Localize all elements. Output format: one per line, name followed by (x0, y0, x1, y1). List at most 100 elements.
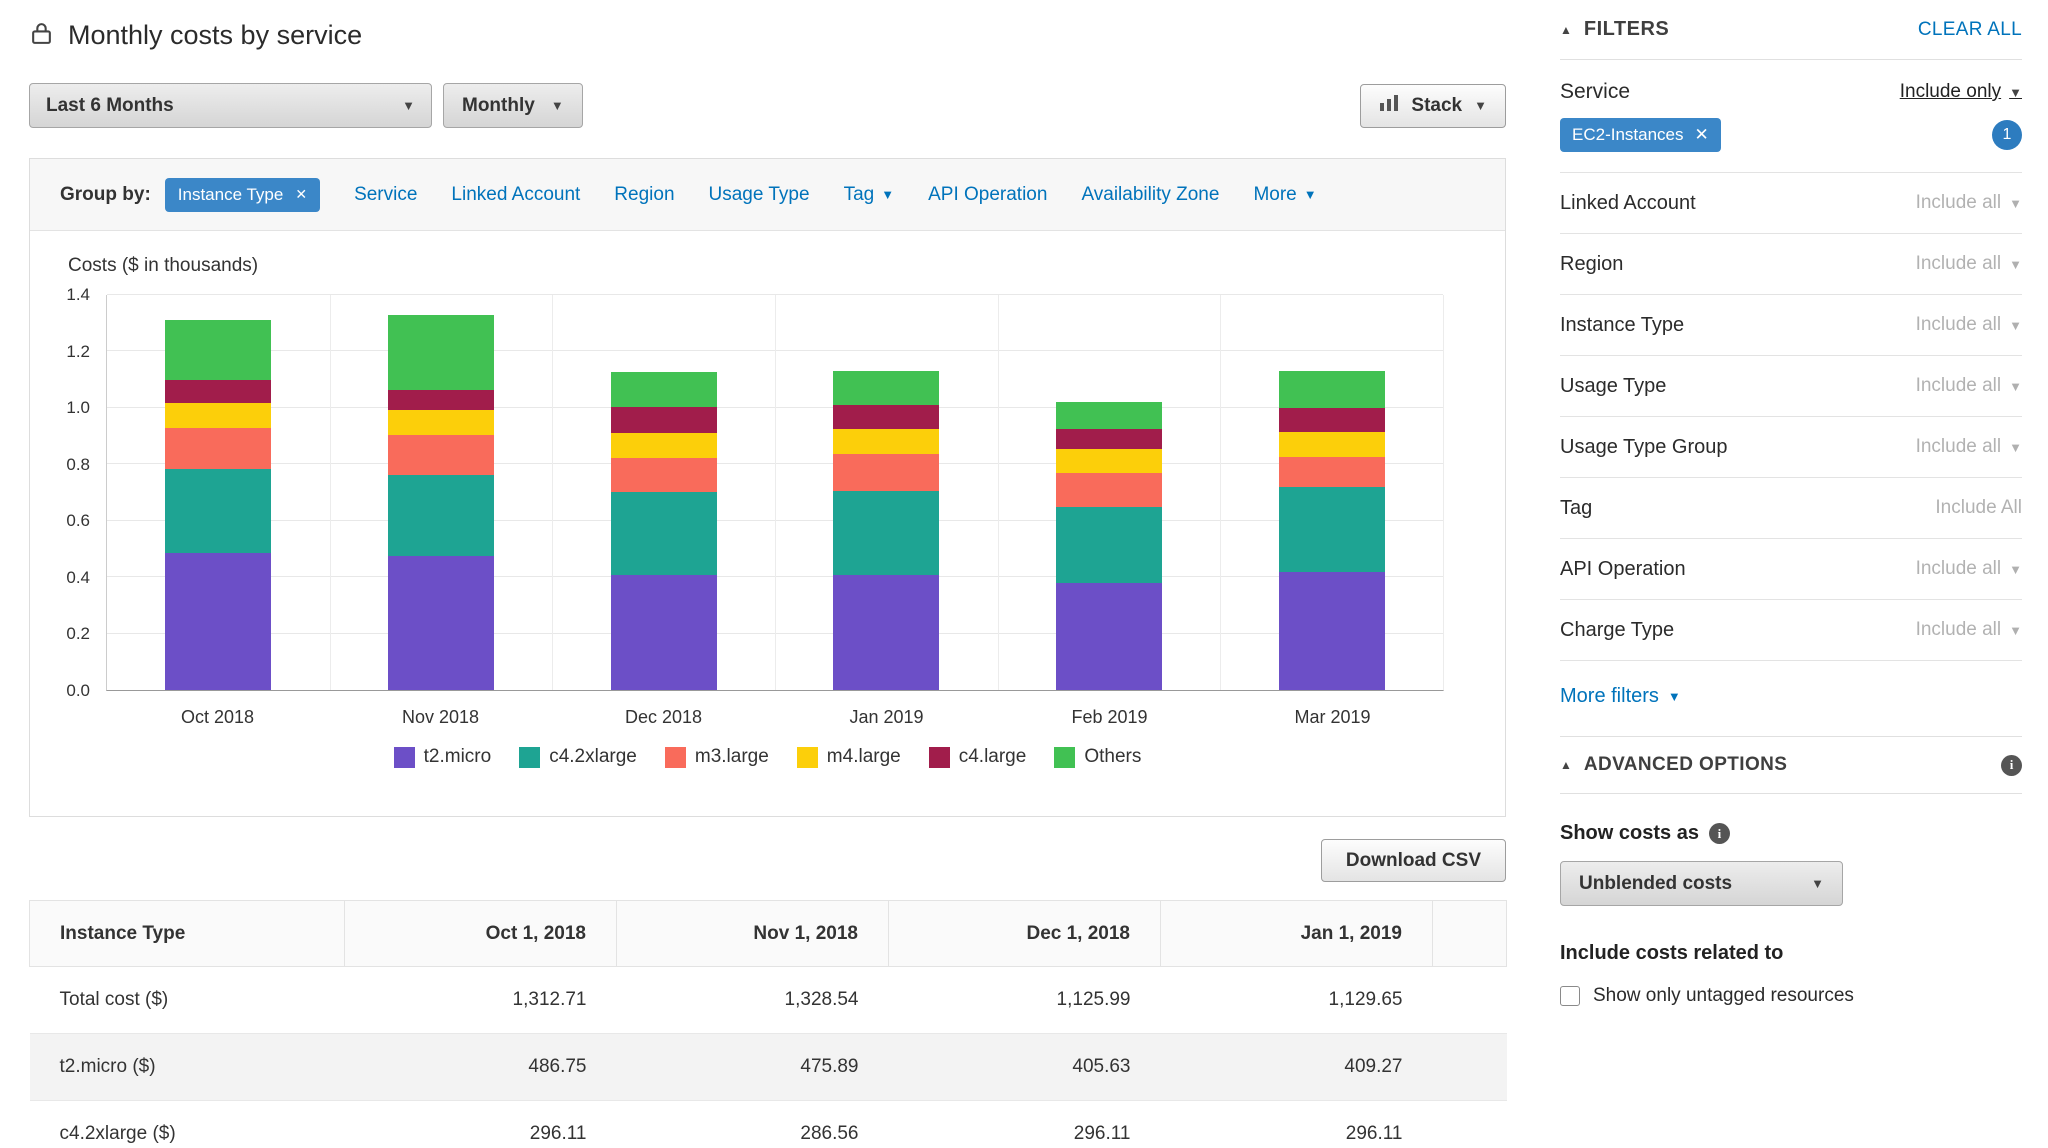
bar-segment-m4.large[interactable] (387, 409, 494, 436)
filter-row-instance-type[interactable]: Instance Type Include all ▼ (1560, 295, 2022, 356)
y-tick-label: 1.4 (66, 285, 90, 304)
collapse-arrow-icon[interactable]: ▲ (1560, 23, 1572, 37)
collapse-arrow-icon[interactable]: ▲ (1560, 758, 1572, 772)
bar-segment-m4.large[interactable] (833, 429, 940, 455)
bar-segment-m4.large[interactable] (1055, 448, 1162, 473)
bar-segment-Others[interactable] (165, 319, 272, 381)
bar-segment-c4.large[interactable] (1055, 429, 1162, 449)
filter-value-dropdown[interactable]: Include all ▼ (1916, 192, 2022, 214)
bar-segment-t2.micro[interactable] (387, 555, 494, 690)
group-by-link-region[interactable]: Region (614, 184, 674, 206)
bar-segment-c4.large[interactable] (387, 390, 494, 410)
filter-label: Tag (1560, 496, 1593, 519)
filter-row-tag[interactable]: Tag Include All (1560, 478, 2022, 539)
download-csv-button[interactable]: Download CSV (1320, 839, 1506, 882)
info-icon[interactable]: i (2001, 754, 2022, 776)
bar-segment-Others[interactable] (387, 315, 494, 391)
legend-swatch (1054, 746, 1076, 768)
bar-segment-Others[interactable] (610, 372, 717, 408)
bar-segment-m3.large[interactable] (610, 458, 717, 492)
legend-swatch (393, 746, 415, 768)
bar-segment-c4.large[interactable] (833, 405, 940, 430)
granularity-dropdown[interactable]: Monthly ▼ (443, 83, 583, 128)
bar-segment-t2.micro[interactable] (833, 574, 940, 690)
table-header-cell: Dec 1, 2018 (888, 900, 1161, 967)
bar-segment-m4.large[interactable] (1278, 431, 1385, 458)
filter-row-usage-type[interactable]: Usage Type Include all ▼ (1560, 356, 2022, 417)
filter-value-dropdown[interactable]: Include all ▼ (1916, 558, 2022, 580)
chart-type-dropdown[interactable]: Stack ▼ (1360, 83, 1506, 128)
table-cell: 296.11 (344, 1100, 617, 1148)
filter-value-label: Include all (1915, 192, 2002, 213)
y-tick-label: 0.8 (66, 454, 90, 474)
group-by-link-availability-zone[interactable]: Availability Zone (1081, 184, 1219, 206)
filter-value-dropdown[interactable]: Include all ▼ (1916, 375, 2022, 397)
date-range-dropdown[interactable]: Last 6 Months ▼ (29, 83, 432, 128)
bar-segment-c4.large[interactable] (165, 380, 272, 403)
table-row-label: Total cost ($) (29, 966, 345, 1034)
clear-all-link[interactable]: CLEAR ALL (1918, 19, 2022, 41)
bar-segment-c4.large[interactable] (1278, 407, 1385, 432)
bar-segment-m3.large[interactable] (833, 454, 940, 492)
bar-segment-c4.2xlarge[interactable] (1278, 486, 1385, 572)
untagged-checkbox[interactable] (1560, 986, 1580, 1006)
group-by-link-more[interactable]: More ▼ (1253, 184, 1316, 206)
include-only-dropdown[interactable]: Include only ▼ (1900, 81, 2022, 103)
filter-row-api-operation[interactable]: API Operation Include all ▼ (1560, 539, 2022, 600)
group-by-link-service[interactable]: Service (354, 184, 417, 206)
stacked-bar[interactable] (1278, 295, 1385, 690)
bar-segment-m3.large[interactable] (1278, 457, 1385, 487)
stacked-bar[interactable] (165, 295, 272, 690)
group-by-link-more-label: More (1253, 183, 1297, 205)
close-icon[interactable]: ✕ (295, 186, 307, 203)
bar-segment-Others[interactable] (833, 371, 940, 406)
bar-segment-Others[interactable] (1055, 402, 1162, 430)
bar-segment-t2.micro[interactable] (1278, 571, 1385, 690)
bar-segment-m4.large[interactable] (610, 432, 717, 459)
info-icon[interactable]: i (1708, 823, 1730, 844)
group-by-link-linked-account[interactable]: Linked Account (451, 184, 580, 206)
bar-segment-m3.large[interactable] (165, 428, 272, 470)
filter-row-linked-account[interactable]: Linked Account Include all ▼ (1560, 173, 2022, 234)
close-icon[interactable]: ✕ (1695, 125, 1709, 145)
group-by-link-tag-label: Tag (843, 183, 875, 205)
bar-segment-c4.2xlarge[interactable] (165, 469, 272, 553)
group-by-link-usage-type[interactable]: Usage Type (709, 184, 810, 206)
filter-value-dropdown[interactable]: Include all ▼ (1916, 253, 2022, 275)
stacked-bar[interactable] (1055, 295, 1162, 690)
filter-value-dropdown[interactable]: Include all ▼ (1916, 619, 2022, 641)
filter-value-dropdown[interactable]: Include all ▼ (1916, 436, 2022, 458)
bar-segment-m4.large[interactable] (165, 402, 272, 429)
bar-segment-m3.large[interactable] (387, 435, 494, 475)
filter-row-region[interactable]: Region Include all ▼ (1560, 234, 2022, 295)
unblended-costs-dropdown[interactable]: Unblended costs ▼ (1560, 861, 1843, 906)
service-filter-chip[interactable]: EC2-Instances ✕ (1560, 118, 1721, 152)
stacked-bar[interactable] (833, 295, 940, 690)
filter-row-usage-type-group[interactable]: Usage Type Group Include all ▼ (1560, 417, 2022, 478)
bar-segment-c4.large[interactable] (610, 407, 717, 433)
filter-row-charge-type[interactable]: Charge Type Include all ▼ (1560, 600, 2022, 661)
legend-label: c4.large (958, 746, 1027, 767)
filters-header: ▲ FILTERS CLEAR ALL (1560, 0, 2022, 60)
stacked-bar[interactable] (387, 295, 494, 690)
bar-segment-c4.2xlarge[interactable] (610, 491, 717, 576)
bar-segment-c4.2xlarge[interactable] (387, 474, 494, 556)
filter-label: Usage Type Group (1560, 435, 1728, 458)
group-by-link-tag[interactable]: Tag ▼ (844, 184, 895, 206)
bar-segment-m3.large[interactable] (1055, 472, 1162, 507)
bar-segment-t2.micro[interactable] (610, 575, 717, 690)
bar-segment-Others[interactable] (1278, 371, 1385, 408)
chart-area: 0.0 0.2 0.4 0.6 0.8 1.0 1.2 1.4 (30, 285, 1505, 700)
bar-segment-t2.micro[interactable] (1055, 582, 1162, 690)
bar-segment-c4.2xlarge[interactable] (833, 491, 940, 575)
filter-value-dropdown[interactable]: Include all ▼ (1916, 314, 2022, 336)
table-cell-empty (1432, 1100, 1507, 1148)
bar-segment-t2.micro[interactable] (165, 552, 272, 690)
table-header-cell-empty (1432, 900, 1507, 967)
group-by-chip-instance-type[interactable]: Instance Type ✕ (164, 177, 321, 212)
more-filters-link[interactable]: More filters ▼ (1560, 685, 1681, 708)
stacked-bar[interactable] (610, 295, 717, 690)
group-by-link-api-operation[interactable]: API Operation (928, 184, 1047, 206)
filter-value-dropdown[interactable]: Include All (1935, 497, 2022, 519)
bar-segment-c4.2xlarge[interactable] (1055, 506, 1162, 583)
